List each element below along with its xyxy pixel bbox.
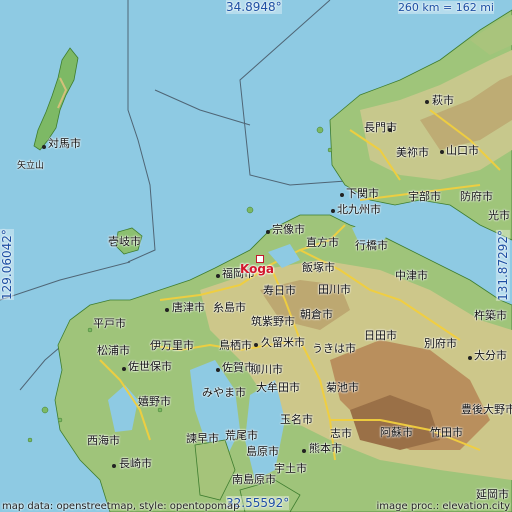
city-label: 久留米市 [261, 336, 305, 349]
city-label: 志市 [330, 427, 352, 440]
city-label: 長崎市 [119, 457, 152, 470]
city-label: 豊後大野市 [461, 403, 512, 416]
city-dot [468, 356, 472, 360]
city-label: 美祢市 [396, 146, 429, 159]
city-label: 光市 [488, 209, 510, 222]
city-dot [165, 308, 169, 312]
city-label: 宇土市 [274, 462, 307, 475]
city-dot [388, 128, 392, 132]
city-dot [216, 274, 220, 278]
city-label: 萩市 [432, 94, 454, 107]
city-label: 大牟田市 [256, 381, 300, 394]
city-label: 竹田市 [430, 426, 463, 439]
city-label: 大分市 [474, 349, 507, 362]
city-dot [425, 100, 429, 104]
city-label: 柳川市 [250, 363, 283, 376]
city-label: うきは市 [312, 342, 356, 355]
city-label: 嬉野市 [138, 395, 171, 408]
city-label: 伊万里市 [150, 339, 194, 352]
location-marker-label: Koga [240, 262, 275, 276]
city-dot [302, 449, 306, 453]
city-dot [42, 145, 46, 149]
city-label: 阿蘇市 [380, 426, 413, 439]
right-longitude: 131.87292° [496, 230, 510, 301]
left-longitude: 129.06042° [0, 229, 14, 300]
city-label: 壱岐市 [108, 235, 141, 248]
city-label: 南島原市 [232, 473, 276, 486]
city-label: 対馬市 [48, 137, 81, 150]
city-label: 山口市 [446, 144, 479, 157]
city-label: 延岡市 [476, 488, 509, 501]
city-dot [340, 193, 344, 197]
city-label: 長門市 [364, 121, 397, 134]
city-label: 諫早市 [186, 432, 219, 445]
city-label: 別府市 [424, 337, 457, 350]
city-label: 飯塚市 [302, 261, 335, 274]
city-dot [216, 368, 220, 372]
top-latitude: 34.8948° [226, 0, 282, 14]
city-label: 中津市 [395, 269, 428, 282]
city-label: 宗像市 [272, 223, 305, 236]
city-dot [122, 367, 126, 371]
city-label: 寿日市 [263, 284, 296, 297]
city-label: 平戸市 [93, 317, 126, 330]
city-label: 田川市 [318, 283, 351, 296]
city-label: 宇部市 [408, 190, 441, 203]
city-label: 行橋市 [355, 239, 388, 252]
map-view[interactable]: 萩市 長門市 山口市 美祢市 対馬市 矢立山 下関市 宇部市 防府市 北九州市 … [0, 0, 512, 512]
scale-label: 260 km = 162 mi [397, 1, 494, 14]
city-label: 荒尾市 [225, 429, 258, 442]
city-label: 鳥栖市 [219, 339, 252, 352]
city-label: 矢立山 [17, 161, 45, 171]
city-dot [266, 230, 270, 234]
map-attribution: map data: openstreetmap, style: opentopo… [2, 501, 240, 512]
city-dot [254, 343, 258, 347]
city-label: 朝倉市 [300, 308, 333, 321]
city-label: 佐世保市 [128, 360, 172, 373]
city-label: 松浦市 [97, 344, 130, 357]
city-label: 筑紫野市 [251, 315, 295, 328]
city-label: 下関市 [346, 187, 379, 200]
city-label: 北九州市 [337, 203, 381, 216]
city-label: 日田市 [364, 329, 397, 342]
city-label: 防府市 [460, 190, 493, 203]
city-label: 唐津市 [172, 301, 205, 314]
image-attribution: image proc.: elevation.city [376, 501, 511, 512]
city-label: 熊本市 [309, 442, 342, 455]
city-label: 糸島市 [213, 301, 246, 314]
city-label: みやま市 [202, 386, 246, 399]
city-label: 菊池市 [326, 381, 359, 394]
city-label: 島原市 [246, 445, 279, 458]
city-dot [112, 464, 116, 468]
city-label: 直方市 [306, 236, 339, 249]
city-dot [440, 150, 444, 154]
city-dot [331, 209, 335, 213]
city-label: 杵築市 [474, 309, 507, 322]
city-label: 西海市 [87, 434, 120, 447]
city-label: 玉名市 [280, 413, 313, 426]
